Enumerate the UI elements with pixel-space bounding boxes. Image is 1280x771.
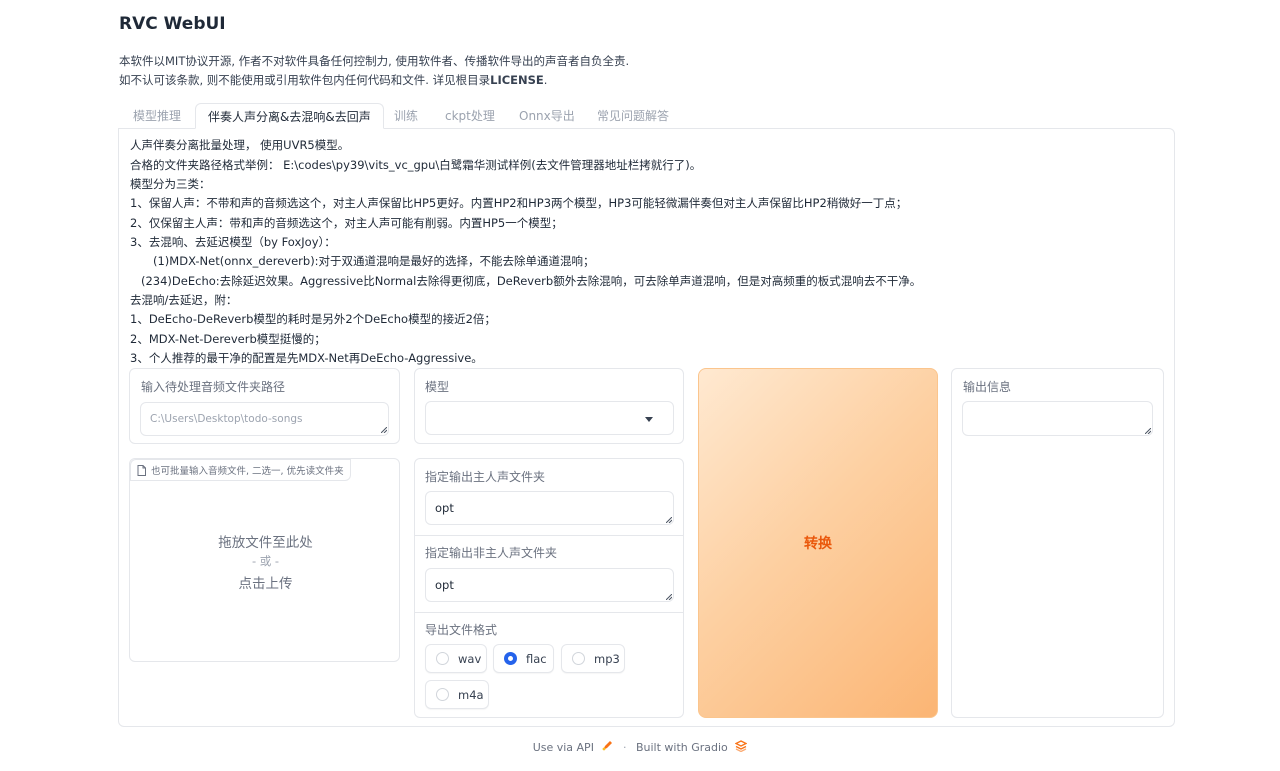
desc-line: (1)MDX-Net(onnx_dereverb):对于双通道混响是最好的选择，… <box>153 254 595 268</box>
radio-selected-icon <box>504 652 517 665</box>
footer: Use via API · Built with Gradio <box>0 740 1280 755</box>
resize-grip-icon[interactable] <box>381 427 387 433</box>
desc-line: 2、仅保留主人声：带和声的音频选这个，对主人声可能有削弱。内置HP5一个模型； <box>130 216 563 230</box>
or-text: - 或 - <box>251 554 280 568</box>
desc-line: 3、去混响、去延迟模型（by FoxJoy）： <box>130 235 336 249</box>
gradio-logo-icon <box>734 740 748 755</box>
tab-faq[interactable]: 常见问题解答 <box>597 103 669 129</box>
divider <box>415 612 683 613</box>
desc-line: 2、MDX-Net-Dereverb模型挺慢的； <box>130 332 326 346</box>
desc-line: 人声伴奏分离批量处理， 使用UVR5模型。 <box>130 138 350 152</box>
click-upload-text: 点击上传 <box>238 576 293 592</box>
resize-grip-icon[interactable] <box>666 517 672 523</box>
desc-line: 1、保留人声：不带和声的音频选这个，对主人声保留比HP5更好。内置HP2和HP3… <box>130 196 908 210</box>
audio-upload-dropzone[interactable]: 也可批量输入音频文件, 二选一, 优先读文件夹 拖放文件至此处 - 或 - 点击… <box>129 458 400 662</box>
upload-badge: 也可批量输入音频文件, 二选一, 优先读文件夹 <box>130 459 351 481</box>
upload-badge-text: 也可批量输入音频文件, 二选一, 优先读文件夹 <box>151 466 344 477</box>
input-path-field[interactable]: C:\Users\Desktop\todo-songs <box>140 402 389 436</box>
format-option-flac[interactable]: flac <box>493 644 554 673</box>
desc-line: 3、个人推荐的最干净的配置是先MDX-Net再DeEcho-Aggressive… <box>130 351 483 365</box>
output-info-block: 输出信息 <box>951 368 1164 718</box>
tab-onnx-export[interactable]: Onnx导出 <box>519 103 575 129</box>
app-title: RVC WebUI <box>119 14 226 34</box>
format-option-mp3[interactable]: mp3 <box>561 644 625 673</box>
radio-icon <box>436 688 449 701</box>
output-info-label: 输出信息 <box>963 380 1012 394</box>
model-block: 模型 <box>414 368 684 444</box>
desc-line: 1、DeEcho-DeReverb模型的耗时是另外2个DeEcho模型的接近2倍… <box>130 312 496 326</box>
file-icon <box>137 464 146 476</box>
tab-training[interactable]: 训练 <box>394 103 418 129</box>
built-with-gradio-link[interactable]: Built with Gradio <box>636 741 728 754</box>
chevron-down-icon <box>645 417 653 422</box>
model-label: 模型 <box>425 380 450 394</box>
input-path-label: 输入待处理音频文件夹路径 <box>141 380 286 394</box>
tab-ckpt[interactable]: ckpt处理 <box>445 103 495 129</box>
desc-line: 模型分为三类： <box>130 177 211 191</box>
desc-line: 合格的文件夹路径格式举例： E:\codes\py39\vits_vc_gpu\… <box>130 158 702 172</box>
radio-icon <box>436 652 449 665</box>
output-settings-block: 指定输出主人声文件夹 opt 指定输出非主人声文件夹 opt 导出文件格式 wa… <box>414 458 684 718</box>
resize-grip-icon[interactable] <box>1145 428 1151 434</box>
resize-grip-icon[interactable] <box>666 594 672 600</box>
output-info-field[interactable] <box>962 401 1153 436</box>
format-option-m4a[interactable]: m4a <box>425 680 489 709</box>
model-dropdown[interactable] <box>425 401 674 435</box>
divider <box>415 535 683 536</box>
license-notice-line1: 本软件以MIT协议开源, 作者不对软件具备任何控制力, 使用软件者、传播软件导出… <box>119 54 630 68</box>
instrumental-output-label: 指定输出非主人声文件夹 <box>425 546 558 560</box>
vocal-output-label: 指定输出主人声文件夹 <box>425 470 546 484</box>
use-via-api-link[interactable]: Use via API <box>533 741 594 754</box>
tab-model-inference[interactable]: 模型推理 <box>133 103 181 129</box>
format-label: 导出文件格式 <box>425 623 498 637</box>
radio-icon <box>572 652 585 665</box>
license-link: LICENSE <box>490 73 544 87</box>
instrumental-output-field[interactable]: opt <box>425 568 674 602</box>
license-notice-line2: 如不认可该条款, 则不能使用或引用软件包内任何代码和文件. 详见根目录LICEN… <box>119 73 548 87</box>
vocal-output-field[interactable]: opt <box>425 491 674 525</box>
footer-separator: · <box>622 741 627 754</box>
desc-line: 去混响/去延迟，附： <box>130 293 238 307</box>
tab-vocal-separation[interactable]: 伴奏人声分离&去混响&去回声 <box>195 103 384 129</box>
desc-line: (234)DeEcho:去除延迟效果。Aggressive比Normal去除得更… <box>141 274 922 288</box>
input-path-block: 输入待处理音频文件夹路径 C:\Users\Desktop\todo-songs <box>129 368 400 444</box>
drop-text: 拖放文件至此处 <box>218 535 313 551</box>
format-option-wav[interactable]: wav <box>425 644 487 673</box>
rocket-icon <box>601 740 613 755</box>
convert-button[interactable]: 转换 <box>698 368 938 718</box>
